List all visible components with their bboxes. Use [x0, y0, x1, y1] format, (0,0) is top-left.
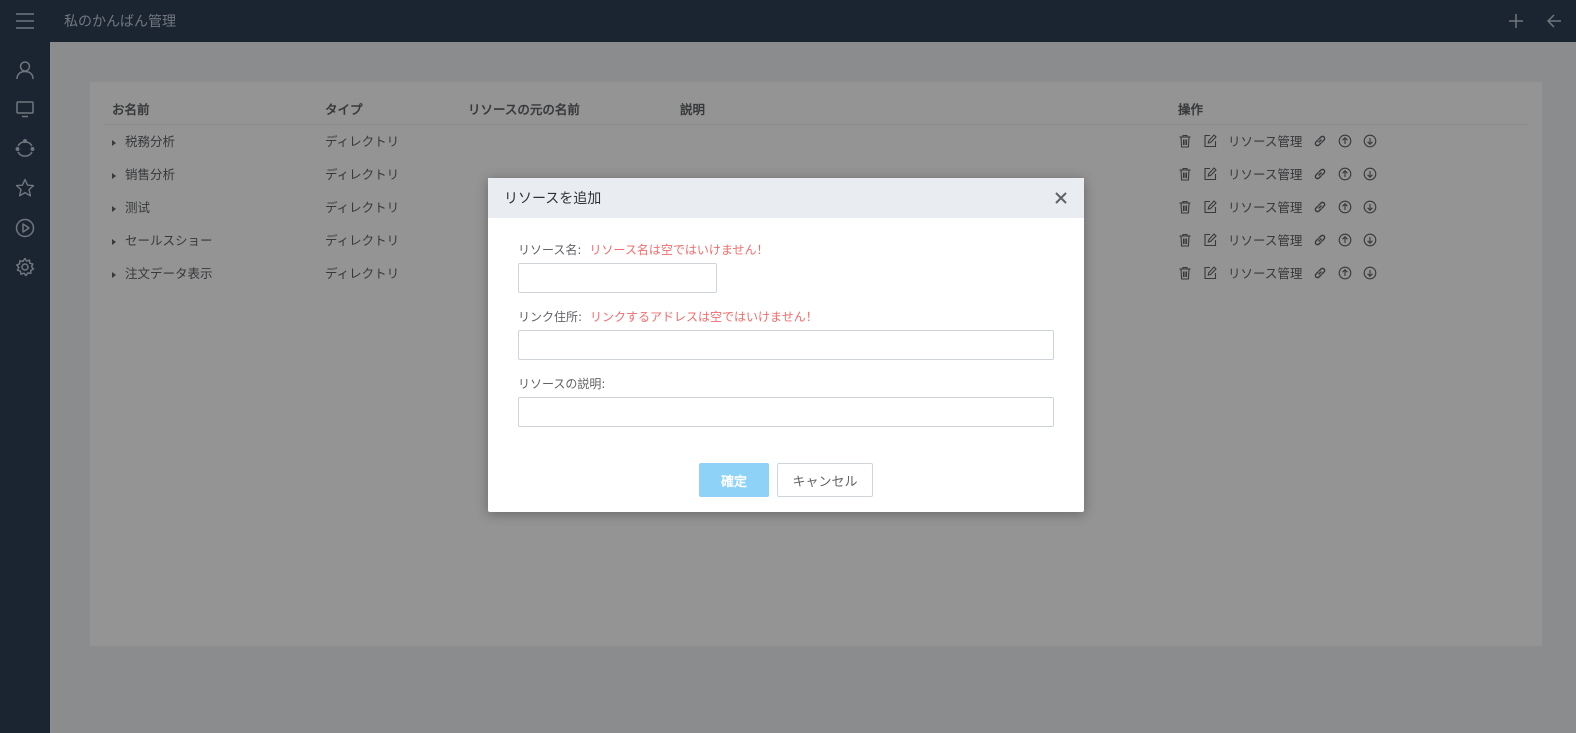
resource-name-field: リソース名: リソース名は空ではいけません！ — [518, 240, 1054, 293]
dialog-title: リソースを追加 — [504, 191, 602, 207]
resource-name-input[interactable] — [518, 263, 717, 293]
resource-description-input[interactable] — [518, 397, 1054, 427]
link-address-input[interactable] — [518, 330, 1054, 360]
add-resource-dialog: リソースを追加 リソース名: リソース名は空ではいけません！ リンク住所: リン… — [488, 178, 1084, 512]
dialog-header: リソースを追加 — [488, 178, 1084, 218]
close-icon[interactable] — [1052, 189, 1070, 207]
link-address-error: リンクするアドレスは空ではいけません！ — [590, 310, 818, 324]
dialog-footer: 確定 キャンセル — [488, 463, 1084, 497]
resource-name-label: リソース名: — [518, 243, 582, 257]
dialog-body: リソース名: リソース名は空ではいけません！ リンク住所: リンクするアドレスは… — [488, 218, 1084, 427]
resource-name-error: リソース名は空ではいけません！ — [589, 243, 769, 257]
link-address-field: リンク住所: リンクするアドレスは空ではいけません！ — [518, 307, 1054, 360]
resource-description-field: リソースの説明: — [518, 374, 1054, 427]
cancel-button[interactable]: キャンセル — [777, 463, 873, 497]
confirm-button[interactable]: 確定 — [699, 463, 769, 497]
resource-description-label: リソースの説明: — [518, 377, 606, 391]
link-address-label: リンク住所: — [518, 310, 583, 324]
